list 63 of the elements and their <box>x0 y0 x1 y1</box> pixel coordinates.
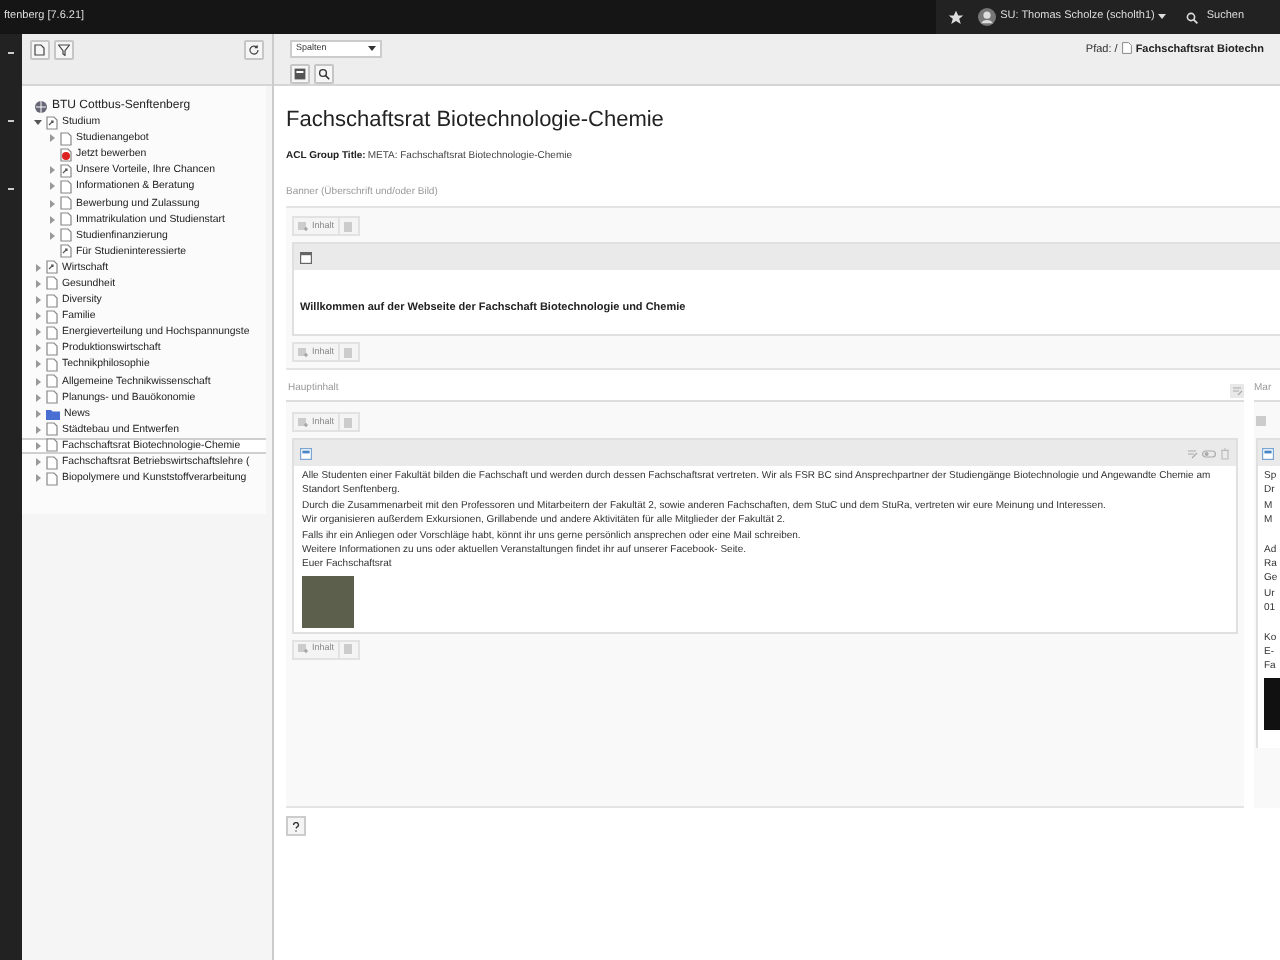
paste-icon <box>344 644 355 655</box>
paste-button[interactable] <box>340 216 361 236</box>
paste-button[interactable] <box>340 342 361 362</box>
star-icon[interactable] <box>948 9 965 25</box>
add-content-icon <box>298 417 308 427</box>
caret-right-icon[interactable] <box>34 296 42 305</box>
caret-right-icon[interactable] <box>34 441 42 450</box>
caret-right-icon[interactable] <box>34 328 42 337</box>
globe-icon <box>34 99 48 113</box>
caret-right-icon[interactable] <box>34 279 42 288</box>
folder-icon <box>46 407 60 420</box>
content-element-icon <box>300 447 312 459</box>
caret-right-icon[interactable] <box>34 425 42 434</box>
page-shortcut-icon <box>60 163 72 178</box>
help-button[interactable] <box>286 816 306 836</box>
content-element-icon <box>1262 447 1274 459</box>
caret-right-icon[interactable] <box>34 377 42 386</box>
paste-button[interactable] <box>340 639 361 660</box>
caret-right-icon[interactable] <box>34 263 42 272</box>
caret-right-icon[interactable] <box>34 409 42 418</box>
paste-icon <box>344 221 355 231</box>
caret-right-icon[interactable] <box>48 231 56 240</box>
photo-placeholder <box>302 575 354 628</box>
search-button[interactable] <box>314 64 334 84</box>
page-icon <box>60 131 72 146</box>
caret-down-icon <box>368 46 376 52</box>
content-element-icon <box>300 251 312 263</box>
add-content-icon <box>298 347 308 357</box>
add-content-icon <box>298 644 308 655</box>
paste-icon <box>344 417 355 427</box>
image-placeholder <box>1264 677 1280 730</box>
caret-right-icon[interactable] <box>34 360 42 369</box>
page-shortcut-icon <box>46 115 58 130</box>
filter-button[interactable] <box>54 40 74 60</box>
caret-right-icon[interactable] <box>48 182 56 191</box>
caret-down-icon <box>1158 14 1167 20</box>
toggle-visibility-icon[interactable] <box>1202 447 1216 459</box>
caret-right-icon[interactable] <box>48 166 56 175</box>
caret-right-icon[interactable] <box>34 458 42 467</box>
caret-right-icon[interactable] <box>34 312 42 321</box>
page-link-icon <box>60 147 72 162</box>
page-icon <box>1121 42 1132 54</box>
caret-right-icon[interactable] <box>48 215 56 224</box>
add-content-icon <box>298 221 308 231</box>
caret-right-icon[interactable] <box>48 199 56 208</box>
question-mark-icon <box>292 821 300 831</box>
caret-right-icon[interactable] <box>34 393 42 402</box>
user-avatar-icon <box>978 8 997 26</box>
edit-icon[interactable] <box>1186 447 1198 459</box>
page-title: Fachschaftsrat Biotechnologie-Chemie <box>286 110 666 132</box>
caret-right-icon[interactable] <box>34 474 42 483</box>
edit-column-icon[interactable] <box>1230 383 1244 397</box>
refresh-button[interactable] <box>244 40 264 60</box>
caret-right-icon[interactable] <box>48 134 56 143</box>
add-content-icon[interactable] <box>1256 416 1268 428</box>
delete-icon[interactable] <box>1220 447 1230 459</box>
paste-button[interactable] <box>340 412 361 432</box>
caret-down-icon[interactable] <box>34 118 42 127</box>
search-icon[interactable] <box>1186 11 1199 23</box>
paste-icon <box>344 347 355 357</box>
page-layout-button[interactable] <box>290 64 310 84</box>
new-page-button[interactable] <box>30 40 50 60</box>
caret-right-icon[interactable] <box>34 344 42 353</box>
